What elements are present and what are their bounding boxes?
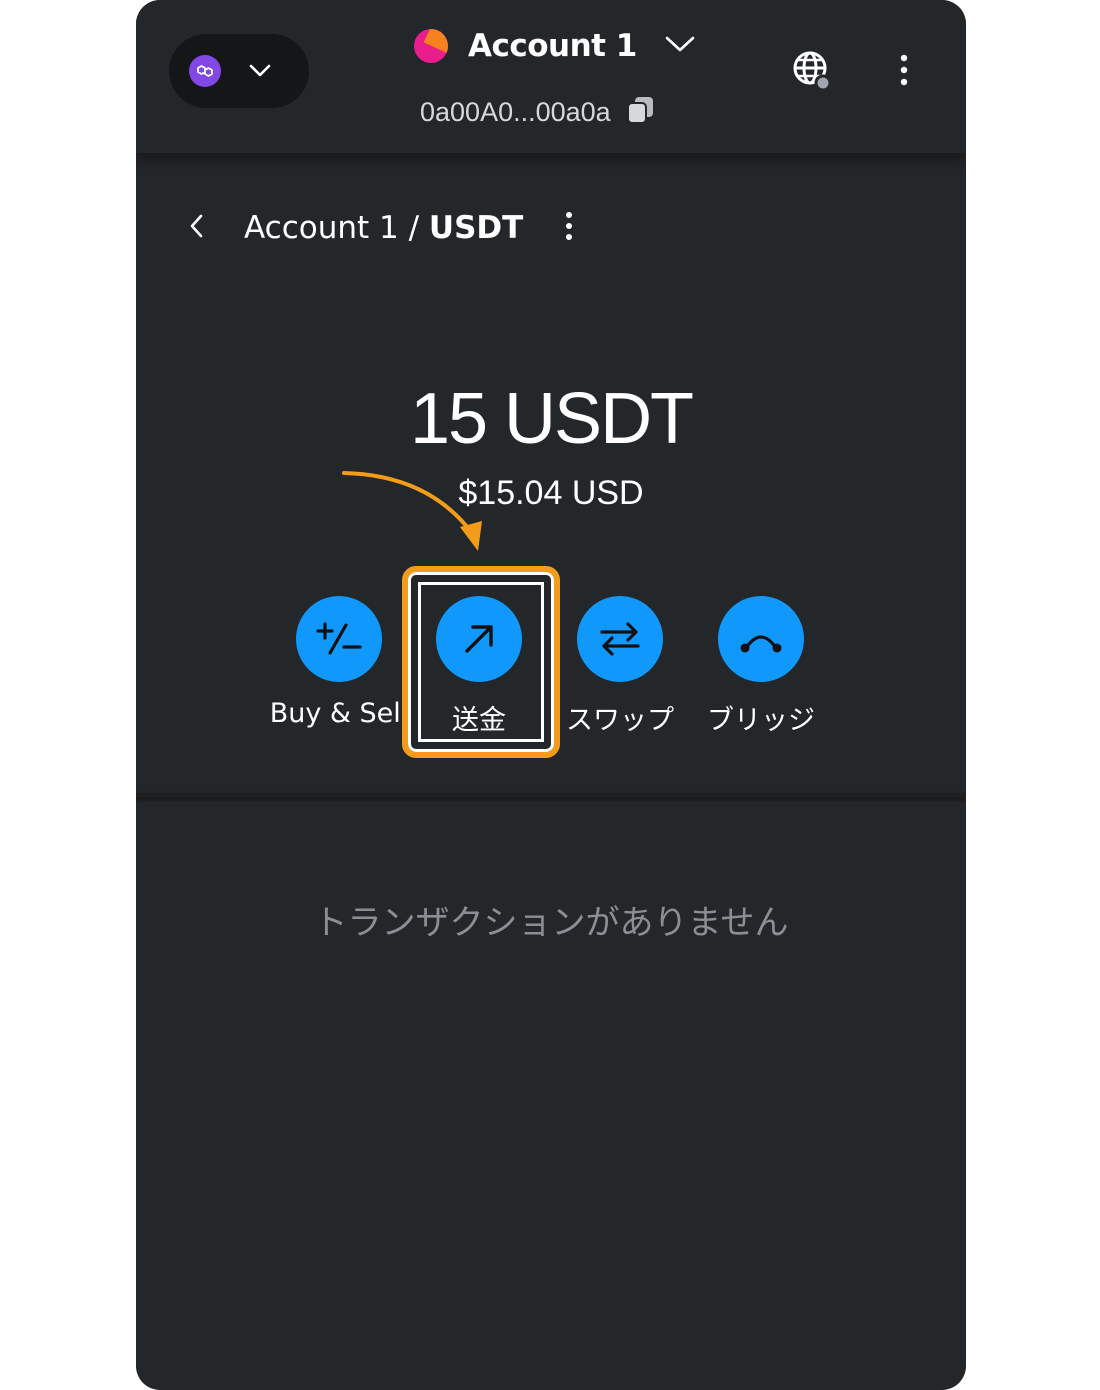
send-highlight-frame xyxy=(402,566,560,758)
buy-sell-button[interactable]: Buy & Sell xyxy=(259,596,419,729)
polygon-icon xyxy=(189,55,221,87)
network-selector[interactable] xyxy=(169,34,309,108)
account-picker[interactable]: Account 1 xyxy=(414,22,697,70)
breadcrumb-account: Account 1 / xyxy=(244,210,429,246)
swap-arrows-icon xyxy=(577,596,663,682)
token-balance: 15 USDT xyxy=(409,379,694,459)
buy-sell-label: Buy & Sell xyxy=(269,698,409,729)
account-address[interactable]: 0a00A0...00a0a xyxy=(420,92,657,132)
wallet-window: Account 1 0a00A0...00a0a Account 1 / USD… xyxy=(136,0,966,1390)
back-arrow-icon[interactable] xyxy=(186,211,208,245)
address-text: 0a00A0...00a0a xyxy=(420,96,611,127)
app-header: Account 1 0a00A0...00a0a xyxy=(136,0,966,153)
token-options-icon[interactable] xyxy=(563,211,575,245)
swap-label: スワップ xyxy=(566,705,674,736)
copy-icon[interactable] xyxy=(625,94,657,130)
account-name: Account 1 xyxy=(468,28,637,64)
swap-button[interactable]: スワップ xyxy=(540,596,700,737)
chevron-down-icon xyxy=(247,61,273,85)
plus-minus-icon xyxy=(296,596,382,682)
globe-connection-icon[interactable] xyxy=(792,50,834,96)
more-options-icon[interactable] xyxy=(896,54,912,90)
breadcrumb: Account 1 / USDT xyxy=(186,206,575,250)
fiat-balance: $15.04 USD xyxy=(458,474,644,512)
bridge-button[interactable]: ブリッジ xyxy=(681,596,841,737)
breadcrumb-title: Account 1 / USDT xyxy=(244,210,523,246)
empty-transactions-message: トランザクションがありません xyxy=(313,903,789,943)
bridge-icon xyxy=(718,596,804,682)
section-divider xyxy=(136,793,966,798)
annotation-arrow-icon xyxy=(342,471,482,551)
chevron-down-icon[interactable] xyxy=(663,32,697,60)
bridge-label: ブリッジ xyxy=(707,705,815,736)
account-avatar xyxy=(414,29,448,63)
breadcrumb-token: USDT xyxy=(428,210,524,246)
